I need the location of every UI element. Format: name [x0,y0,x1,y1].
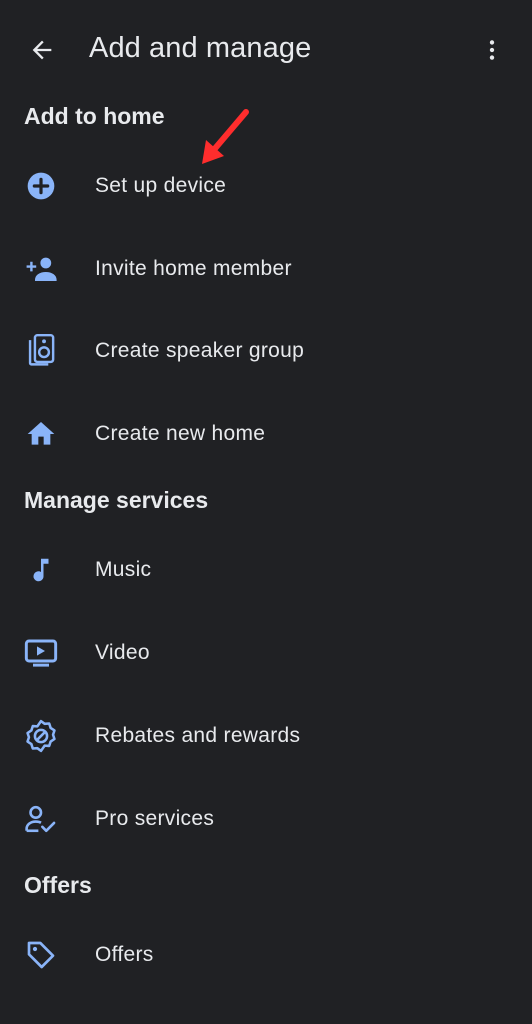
offers-item[interactable]: Offers [0,919,532,991]
section-header-offers: Offers [24,872,92,898]
home-icon [22,415,60,453]
section-header-manage-services: Manage services [24,487,209,513]
section-header-add-to-home: Add to home [24,103,165,129]
set-up-device-label: Set up device [95,174,227,197]
create-speaker-group-label: Create speaker group [95,339,305,362]
tag-icon [22,936,60,974]
video-label: Video [95,641,150,664]
create-new-home-item[interactable]: Create new home [0,398,532,470]
speaker-icon [22,332,60,370]
person-add-icon [22,250,60,288]
create-speaker-group-item[interactable]: Create speaker group [0,315,532,387]
create-new-home-label: Create new home [95,422,266,445]
music-note-icon [22,551,60,589]
rebates-and-rewards-item[interactable]: Rebates and rewards [0,700,532,772]
rebates-and-rewards-label: Rebates and rewards [95,724,301,747]
invite-home-member-item[interactable]: Invite home member [0,233,532,305]
set-up-device-item[interactable]: Set up device [0,150,532,222]
more-vert-icon [479,37,505,63]
video-icon [22,634,60,672]
add-circle-icon [22,167,60,205]
pro-services-item[interactable]: Pro services [0,783,532,855]
more-options-button[interactable] [472,30,512,70]
invite-home-member-label: Invite home member [95,257,292,280]
rewards-badge-icon [22,717,60,755]
top-app-bar: Add and manage [0,0,532,96]
music-label: Music [95,558,152,581]
arrow-back-icon [28,36,56,64]
add-and-manage-screen: Add and manage Add to home Set up device [0,0,532,1024]
pro-services-icon [22,800,60,838]
video-item[interactable]: Video [0,617,532,689]
music-item[interactable]: Music [0,534,532,606]
page-title: Add and manage [89,32,312,64]
pro-services-label: Pro services [95,807,215,830]
back-button[interactable] [22,30,62,70]
offers-label: Offers [95,943,154,966]
